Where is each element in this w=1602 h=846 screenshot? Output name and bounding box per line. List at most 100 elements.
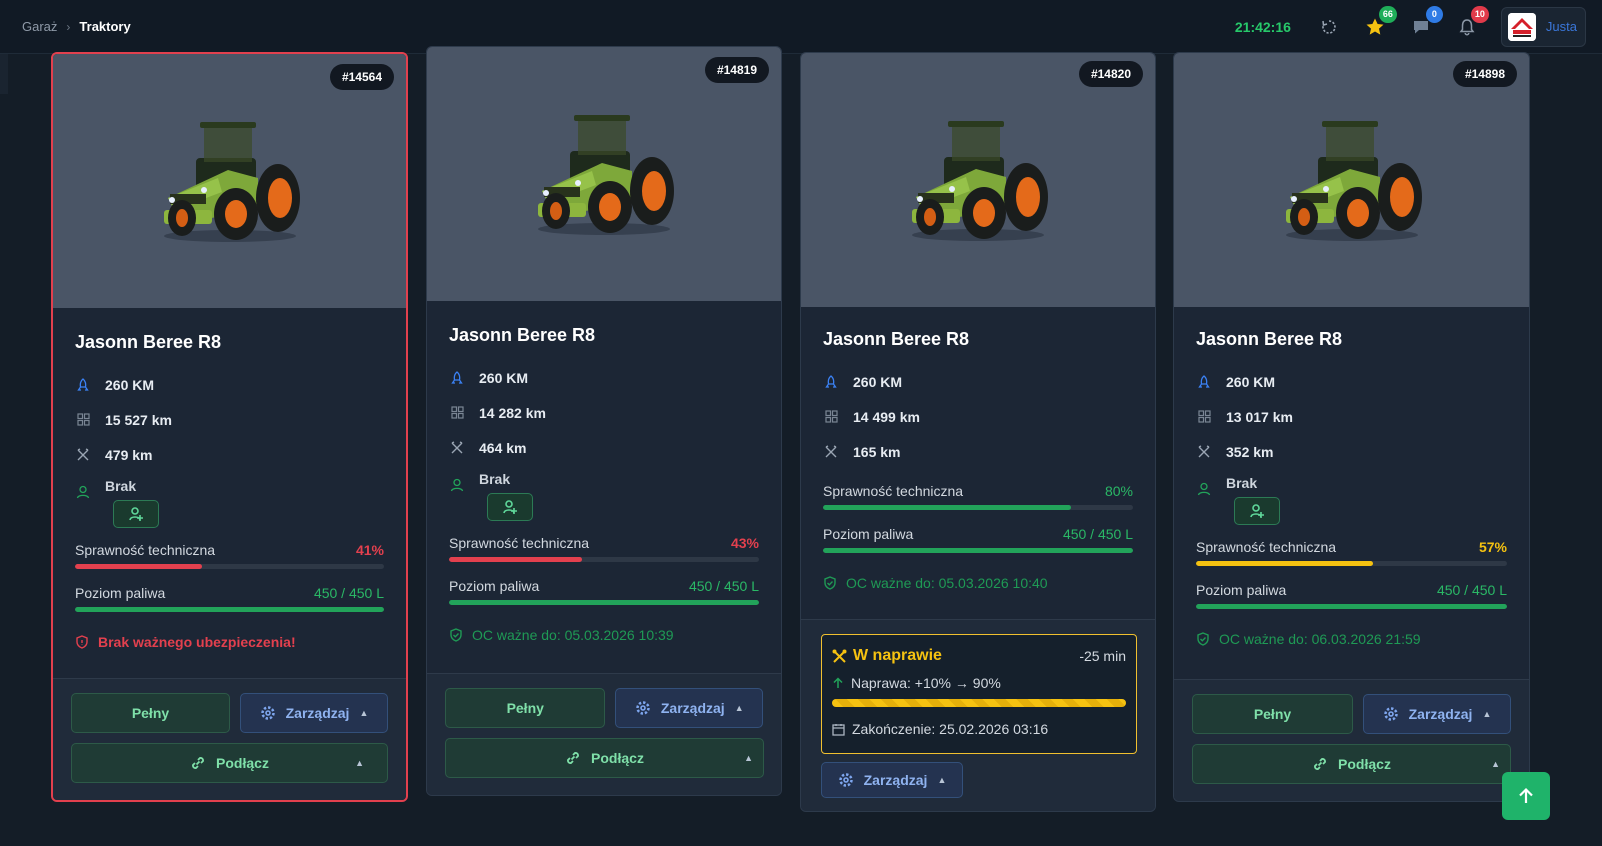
vehicle-name: Jasonn Beree R8 <box>823 329 970 349</box>
insurance-status: Brak ważnego ubezpieczenia! <box>75 634 384 650</box>
fuel-level-label: Poziom paliwa <box>1196 582 1287 598</box>
scroll-to-top-button[interactable] <box>1502 772 1550 820</box>
calendar-icon <box>832 723 845 736</box>
insurance-text: OC ważne do: 05.03.2026 10:40 <box>846 575 1048 591</box>
gear-icon <box>260 706 275 720</box>
messages-button[interactable]: 0 <box>1409 5 1443 39</box>
full-button[interactable]: Pełny <box>71 693 230 733</box>
tractor-image-area: #14819 <box>427 47 781 301</box>
caret-up-icon: ▲ <box>734 703 744 713</box>
shield-check-icon <box>1197 632 1209 646</box>
wrench-icon <box>832 649 847 663</box>
repair-title: W naprawie <box>853 647 942 664</box>
manage-button[interactable]: Zarządzaj ▲ <box>821 762 963 798</box>
power-value: 260 KM <box>853 373 903 390</box>
fuel-level-label: Poziom paliwa <box>75 585 166 601</box>
tractor-card[interactable]: #14820 Jasonn Beree R8 260 KM 14 499 km … <box>800 52 1156 812</box>
service-distance-value: 165 km <box>853 443 901 460</box>
fuel-level-bar <box>823 548 1133 553</box>
tractor-card[interactable]: #14564 Jasonn Beree R8 260 KM 15 527 km … <box>51 52 408 802</box>
breadcrumb-home-link[interactable]: Garaż <box>22 19 57 34</box>
grid-icon <box>75 412 91 428</box>
user-icon <box>75 484 91 500</box>
shield-check-icon <box>450 628 462 642</box>
technical-condition-bar <box>823 505 1071 510</box>
full-button[interactable]: Pełny <box>1192 694 1353 734</box>
connect-button-label: Podłącz <box>591 750 644 766</box>
repair-progress-bar <box>832 699 1126 707</box>
connect-button[interactable]: Podłącz ▲ <box>445 738 764 778</box>
technical-condition: Sprawność techniczna 57% <box>1196 539 1507 566</box>
technical-condition-bar <box>1196 561 1374 566</box>
fuel-level-bar <box>1196 604 1507 609</box>
vehicle-id-badge: #14564 <box>329 64 394 90</box>
manage-button-label: Zarządzaj <box>285 705 350 721</box>
notifications-button[interactable]: 10 <box>1455 5 1489 39</box>
tools-icon <box>1196 444 1212 460</box>
service-distance-value: 352 km <box>1226 443 1274 460</box>
tractor-image-area: #14898 <box>1174 53 1529 307</box>
technical-condition-bar <box>449 557 583 562</box>
messages-badge: 0 <box>1425 5 1443 23</box>
manage-button-label: Zarządzaj <box>660 700 725 716</box>
manage-button-label: Zarządzaj <box>1408 706 1473 722</box>
connect-button[interactable]: Podłącz ▲ <box>71 743 388 783</box>
rocket-icon <box>1196 374 1212 390</box>
grid-icon <box>449 405 465 421</box>
fuel-level: Poziom paliwa 450 / 450 L <box>823 526 1133 553</box>
manage-button-label: Zarządzaj <box>863 772 928 788</box>
tractor-card[interactable]: #14898 Jasonn Beree R8 260 KM 13 017 km … <box>1173 52 1530 802</box>
refresh-button[interactable] <box>1317 15 1341 39</box>
tractor-image <box>912 121 1048 241</box>
technical-condition-label: Sprawność techniczna <box>75 542 216 558</box>
user-menu-button[interactable]: Justa <box>1500 6 1586 47</box>
technical-condition: Sprawność techniczna 80% <box>823 483 1133 510</box>
grid-icon <box>823 409 839 425</box>
rocket-icon <box>75 377 91 393</box>
manage-button[interactable]: Zarządzaj ▲ <box>240 693 388 733</box>
clock: 21:42:16 <box>1234 18 1291 35</box>
driver-value: Brak <box>1226 475 1258 491</box>
tools-icon <box>449 440 465 456</box>
insurance-text: OC ważne do: 06.03.2026 21:59 <box>1219 631 1421 647</box>
technical-condition-value: 57% <box>1478 539 1507 555</box>
technical-condition-bar <box>75 564 202 569</box>
insurance-text: Brak ważnego ubezpieczenia! <box>98 634 296 650</box>
rocket-icon <box>449 370 465 386</box>
assign-driver-button[interactable] <box>113 500 159 528</box>
assign-driver-button[interactable] <box>487 493 533 521</box>
favorites-button[interactable]: 66 <box>1363 5 1397 39</box>
caret-up-icon: ▲ <box>1491 759 1500 769</box>
user-name: Justa <box>1545 19 1577 34</box>
rocket-icon <box>823 374 839 390</box>
tools-icon <box>823 444 839 460</box>
service-distance-value: 464 km <box>479 439 527 456</box>
fuel-level-bar <box>75 607 384 612</box>
technical-condition-label: Sprawność techniczna <box>1196 539 1337 555</box>
tools-icon <box>75 447 91 463</box>
insurance-text: OC ważne do: 05.03.2026 10:39 <box>472 627 674 643</box>
avatar <box>1507 12 1536 41</box>
tractor-image <box>163 122 300 242</box>
tractor-image-area: #14820 <box>801 53 1155 307</box>
vehicle-name: Jasonn Beree R8 <box>1196 329 1343 349</box>
gear-icon <box>1383 707 1398 721</box>
full-button[interactable]: Pełny <box>445 688 606 728</box>
vehicle-name: Jasonn Beree R8 <box>75 332 222 352</box>
gear-icon <box>838 773 853 787</box>
power-value: 260 KM <box>105 376 155 393</box>
top-bar: Garaż › Traktory 21:42:16 66 0 10 Justa <box>0 0 1602 54</box>
tractor-image <box>1285 121 1422 241</box>
tractor-card[interactable]: #14819 Jasonn Beree R8 260 KM 14 282 km … <box>426 46 782 796</box>
repair-remaining: -25 min <box>1079 648 1126 664</box>
fuel-level-value: 450 / 450 L <box>688 578 759 594</box>
manage-button[interactable]: Zarządzaj ▲ <box>615 688 763 728</box>
gear-icon <box>636 701 650 715</box>
assign-driver-button[interactable] <box>1234 497 1280 525</box>
manage-button[interactable]: Zarządzaj ▲ <box>1363 694 1511 734</box>
fuel-level: Poziom paliwa 450 / 450 L <box>449 578 759 605</box>
arrow-up-icon <box>833 677 843 688</box>
connect-button[interactable]: Podłącz ▲ <box>1192 744 1511 784</box>
caret-up-icon: ▲ <box>355 758 364 768</box>
fuel-level-label: Poziom paliwa <box>823 526 914 542</box>
